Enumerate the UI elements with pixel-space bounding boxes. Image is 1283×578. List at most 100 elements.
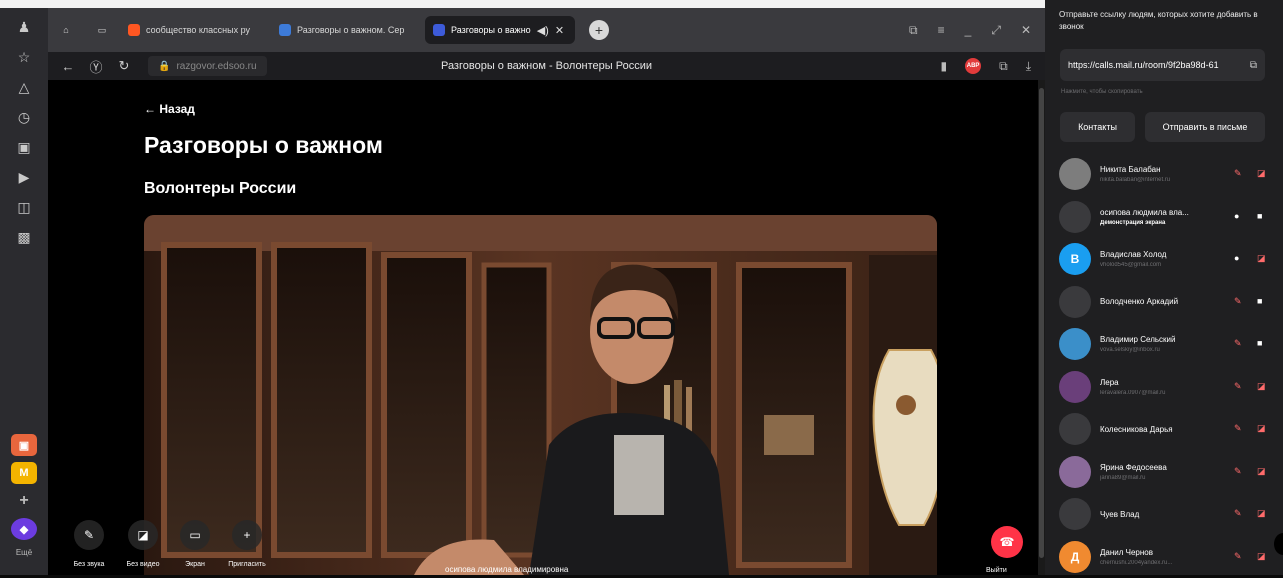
favicon-icon	[433, 24, 445, 36]
tab-razgovory-ser[interactable]: Разговоры о важном. Сер	[271, 16, 419, 44]
invite-label: Пригласить	[228, 561, 265, 568]
participant-email: vova.selskiy@inbox.ru	[1100, 347, 1225, 353]
tabs-home-icon[interactable]: ⌂	[48, 16, 84, 44]
participant-row[interactable]: Никита Балабанnikita.balaban@internet.ru…	[1045, 153, 1283, 196]
participant-row[interactable]: ВВладислав Холодvholod545@gmail.com●◪	[1045, 238, 1283, 281]
scroll-thumb[interactable]	[1039, 88, 1044, 558]
camera-off-icon[interactable]: ◪	[1257, 381, 1266, 392]
mic-off-icon[interactable]: ✎	[1234, 381, 1242, 392]
avatar	[1059, 158, 1091, 190]
url-field[interactable]: 🔒 razgovor.edsoo.ru	[148, 56, 267, 76]
participant-info: Данил Черновchernushi.2004yandex.ru...	[1100, 548, 1225, 566]
minimize-icon[interactable]: _	[965, 23, 972, 38]
mic-off-icon[interactable]: ✎	[1234, 338, 1242, 349]
camera-off-icon[interactable]: ◪	[1257, 466, 1266, 477]
participant-row[interactable]: Колесникова Дарья✎◪	[1045, 408, 1283, 451]
participant-name: Ярина Федосеева	[1100, 463, 1225, 472]
mic-off-icon[interactable]: ✎	[1234, 551, 1242, 562]
invite-button[interactable]: + Пригласить	[222, 520, 272, 568]
participant-email: nikita.balaban@internet.ru	[1100, 177, 1225, 183]
screen-share-button[interactable]: ▭ Экран	[170, 520, 220, 568]
page-scrollbar[interactable]	[1038, 80, 1045, 575]
participant-row[interactable]: Владимир Сельскийvova.selskiy@inbox.ru✎■	[1045, 323, 1283, 366]
mail-app-icon[interactable]: M	[11, 462, 37, 484]
adblock-icon[interactable]: ABP	[965, 58, 981, 74]
participant-row[interactable]: Лераleravalera.0907@mail.ru✎◪	[1045, 366, 1283, 409]
room-link-field[interactable]: https://calls.mail.ru/room/9f2ba98d-61 ⧉	[1060, 49, 1265, 81]
sound-icon[interactable]: ◀)	[537, 24, 549, 37]
no-video-button[interactable]: ◪ Без видео	[118, 520, 168, 568]
new-tab-button[interactable]: +	[589, 20, 609, 40]
tab-label: Разговоры о важно	[451, 25, 531, 35]
send-email-button[interactable]: Отправить в письме	[1145, 112, 1265, 142]
extensions-icon[interactable]: ⧉	[999, 59, 1008, 74]
avatar: Д	[1059, 541, 1091, 573]
reload-icon[interactable]: ↻	[110, 58, 138, 74]
mic-off-icon: ✎	[74, 520, 104, 550]
screenshot-icon[interactable]: ▩	[13, 226, 35, 248]
mic-on-icon[interactable]: ●	[1234, 253, 1239, 263]
history-icon[interactable]: ◷	[13, 106, 35, 128]
app-calendar-icon[interactable]: ▣	[11, 434, 37, 456]
participant-email: jarina89@mail.ru	[1100, 475, 1225, 481]
participant-row[interactable]: осипова людмила вла...Демонстрация экран…	[1045, 196, 1283, 239]
mic-off-icon[interactable]: ✎	[1234, 466, 1242, 477]
participant-row[interactable]: Володченко Аркадий✎■	[1045, 281, 1283, 324]
tab-label: сообщество классных ру	[146, 25, 250, 35]
bookmark-star-icon[interactable]: ☆	[13, 46, 35, 68]
tab-manager-icon[interactable]: ⧉	[909, 23, 918, 38]
download-icon[interactable]: ⤓	[1026, 59, 1031, 74]
back-arrow-icon[interactable]: ←	[54, 59, 82, 74]
plus-icon: +	[232, 520, 262, 550]
fullscreen-icon[interactable]: ⤢	[991, 23, 1001, 38]
alice-assistant-icon[interactable]: ◆	[11, 518, 37, 540]
yandex-icon[interactable]: Ⓨ	[82, 57, 110, 76]
contacts-button[interactable]: Контакты	[1060, 112, 1135, 142]
camera-on-icon[interactable]: ■	[1257, 296, 1262, 306]
participant-info: Никита Балабанnikita.balaban@internet.ru	[1100, 165, 1225, 183]
new-window-icon[interactable]: ▭	[90, 16, 114, 44]
hangup-button[interactable]: ☎	[991, 526, 1023, 558]
camera-off-icon[interactable]: ◪	[1257, 168, 1266, 179]
participant-list: Никита Балабанnikita.balaban@internet.ru…	[1045, 153, 1283, 578]
camera-off-icon[interactable]: ◪	[1257, 423, 1266, 434]
camera-on-icon[interactable]: ■	[1257, 338, 1262, 348]
camera-on-icon[interactable]: ■	[1257, 211, 1262, 221]
call-participants-panel: Отправьте ссылку людям, которых хотите д…	[1045, 0, 1283, 575]
participant-name: Чуев Влад	[1100, 510, 1225, 519]
tab-community[interactable]: сообщество классных ру	[120, 16, 265, 44]
camera-off-icon[interactable]: ◪	[1257, 551, 1266, 562]
mic-off-icon[interactable]: ✎	[1234, 296, 1242, 307]
mic-on-icon[interactable]: ●	[1234, 211, 1239, 221]
bookmark-icon[interactable]: ▮	[941, 59, 948, 73]
tab-razgovory-active[interactable]: Разговоры о важно ◀) ✕	[425, 16, 575, 44]
page-subheading: Волонтеры России	[144, 180, 296, 198]
close-tab-icon[interactable]: ✕	[555, 24, 564, 37]
close-window-icon[interactable]: ✕	[1021, 23, 1031, 38]
mic-off-icon[interactable]: ✎	[1234, 508, 1242, 519]
mic-off-icon[interactable]: ✎	[1234, 423, 1242, 434]
notes-icon[interactable]: ▣	[13, 136, 35, 158]
participant-row[interactable]: Чуев Влад ✎ ◪	[1045, 493, 1283, 536]
back-link[interactable]: ← Назад	[144, 102, 195, 116]
participant-name: Данил Чернов	[1100, 548, 1225, 557]
camera-off-icon[interactable]: ◪	[1257, 508, 1266, 519]
avatar: В	[1059, 243, 1091, 275]
mic-off-icon[interactable]: ✎	[1234, 168, 1242, 179]
participant-row[interactable]: Ярина Федосеева jarina89@mail.ru ✎ ◪	[1045, 451, 1283, 494]
reader-icon[interactable]: ◫	[13, 196, 35, 218]
mute-button[interactable]: ✎ Без звука	[64, 520, 114, 568]
camera-off-icon[interactable]: ◪	[1257, 253, 1266, 264]
tab-label: Разговоры о важном. Сер	[297, 25, 404, 35]
profile-icon[interactable]: ♟	[13, 16, 35, 38]
copy-icon[interactable]: ⧉	[1250, 60, 1257, 71]
player-icon[interactable]: ▶	[13, 166, 35, 188]
notifications-icon[interactable]: △	[13, 76, 35, 98]
participant-row[interactable]: Д Данил Черновchernushi.2004yandex.ru... ✎…	[1045, 536, 1283, 578]
add-app-icon[interactable]: +	[11, 490, 37, 512]
no-video-label: Без видео	[127, 561, 160, 568]
avatar	[1059, 371, 1091, 403]
menu-icon[interactable]: ≡	[938, 23, 945, 38]
page-heading: Разговоры о важном	[144, 132, 383, 159]
more-label[interactable]: Ещё	[16, 548, 32, 557]
